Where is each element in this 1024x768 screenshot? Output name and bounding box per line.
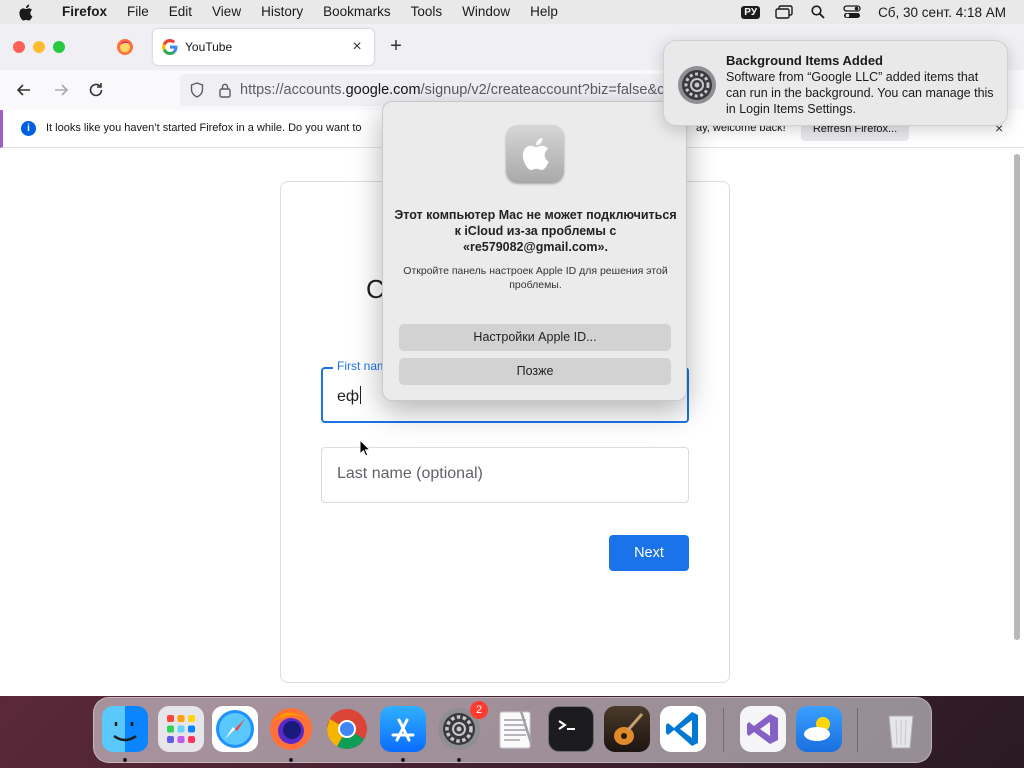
background-items-notification[interactable]: Background Items Added Software from “Go… [663,40,1008,126]
system-settings-gear-icon [677,65,717,105]
screen-mirroring-icon[interactable] [774,4,794,20]
trash-icon[interactable] [878,706,924,752]
mouse-pointer-icon [359,438,372,457]
garageband-icon[interactable] [604,706,650,752]
url-host: google.com [345,82,421,98]
page-scrollbar-thumb[interactable] [1014,154,1020,640]
menu-view[interactable]: View [202,0,251,24]
close-window-button[interactable] [13,41,25,53]
chrome-icon[interactable] [324,706,370,752]
menu-file[interactable]: File [117,0,159,24]
last-name-placeholder: Last name (optional) [337,465,483,482]
tab-youtube[interactable]: YouTube × [153,29,374,65]
safari-icon[interactable] [212,706,258,752]
infobar-message: It looks like you haven’t started Firefo… [46,122,362,134]
url-path: /signup/v2/createaccount?biz=false&c [420,82,665,98]
reload-icon[interactable] [86,80,106,100]
menu-bar: Firefox File Edit View History Bookmarks… [0,0,1024,24]
menu-tools[interactable]: Tools [401,0,453,24]
first-name-text: еф [337,388,360,405]
tab-close-icon[interactable]: × [349,39,365,55]
launchpad-icon[interactable] [158,706,204,752]
menu-help[interactable]: Help [520,0,568,24]
info-icon: i [21,121,36,136]
alert-body: Откройте панель настроек Apple ID для ре… [403,265,668,291]
input-source-indicator[interactable]: РУ [741,5,761,19]
url-text: https://accounts.google.com/signup/v2/cr… [240,82,664,98]
menu-bookmarks[interactable]: Bookmarks [313,0,401,24]
system-settings-icon[interactable]: 2 [436,701,488,752]
dock-separator-trash [857,708,858,752]
minimize-window-button[interactable] [33,41,45,53]
firefox-view-tab-icon[interactable] [116,38,134,56]
tab-title: YouTube [185,40,233,54]
settings-notification-badge: 2 [470,701,488,719]
next-button[interactable]: Next [609,535,689,571]
finder-running-indicator [123,758,127,762]
first-name-value: еф [337,386,362,406]
textedit-icon[interactable] [492,706,538,752]
firefox-running-indicator [289,758,293,762]
url-prefix: https://accounts. [240,82,346,98]
control-center-icon[interactable] [842,4,862,20]
vscode-icon[interactable] [660,706,706,752]
alert-title: Этот компьютер Mac не может подключиться… [394,208,677,254]
later-button[interactable]: Позже [399,358,671,385]
spotlight-search-icon[interactable] [808,4,828,20]
apple-id-settings-button[interactable]: Настройки Apple ID... [399,324,671,351]
settings-running-indicator [457,758,461,762]
notification-body: Software from “Google LLC” added items t… [726,70,994,116]
menu-app-name[interactable]: Firefox [52,0,117,24]
menu-window[interactable]: Window [452,0,520,24]
finder-icon[interactable] [102,706,148,752]
weather-icon[interactable] [796,706,842,752]
google-g-icon [162,39,178,55]
firefox-icon[interactable] [268,706,314,752]
apple-menu-icon[interactable] [18,0,38,24]
terminal-icon[interactable] [548,706,594,752]
menu-edit[interactable]: Edit [159,0,202,24]
notification-title: Background Items Added [726,53,883,68]
app-store-icon[interactable] [380,706,426,752]
app-store-running-indicator [401,758,405,762]
tracking-protection-shield-icon[interactable] [189,82,205,98]
menu-history[interactable]: History [251,0,313,24]
dock: 2 [93,697,932,763]
apple-logo-icon [506,125,564,183]
lock-icon[interactable] [218,82,232,98]
text-caret [360,386,362,404]
zoom-window-button[interactable] [53,41,65,53]
forward-arrow-icon[interactable] [51,80,71,100]
dock-separator [723,708,724,752]
new-tab-icon[interactable]: + [387,36,405,56]
last-name-field[interactable]: Last name (optional) [321,447,689,503]
icloud-alert-dialog: Этот компьютер Mac не может подключиться… [382,101,687,401]
back-arrow-icon[interactable] [14,80,34,100]
menubar-clock[interactable]: Сб, 30 сент. 4:18 AM [878,5,1006,20]
visual-studio-icon[interactable] [740,706,786,752]
